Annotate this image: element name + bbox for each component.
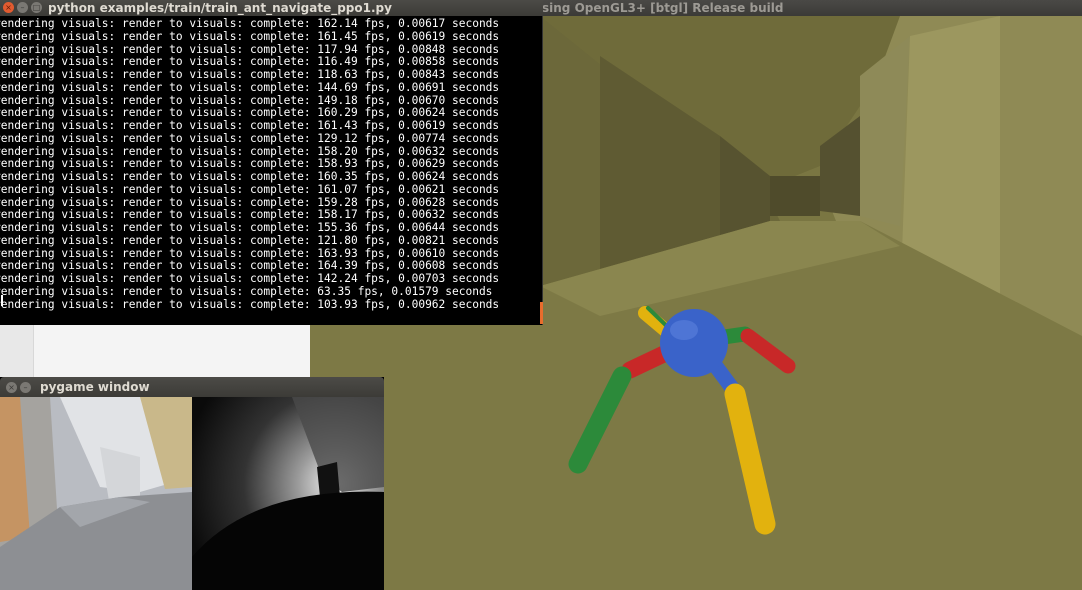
rgb-camera-view [0,397,192,590]
terminal-title: python examples/train/train_ant_navigate… [48,1,392,15]
maximize-icon[interactable]: □ [31,2,42,13]
corridor-end [770,176,820,216]
minimize-icon[interactable]: – [20,382,31,393]
pygame-window[interactable]: × – pygame window [0,377,384,590]
terminal-line: rendering visuals: render to visuals: co… [0,29,500,43]
terminal-line: rendering visuals: render to visuals: co… [0,182,500,196]
terminal-window[interactable]: × – □ python examples/train/train_ant_na… [0,0,543,325]
terminal-line: rendering visuals: render to visuals: co… [0,68,500,81]
terminal-line: rendering visuals: render to visuals: co… [0,80,500,94]
terminal-output[interactable]: rendering visuals: render to visuals: co… [0,18,541,325]
terminal-line: rendering visuals: render to visuals: co… [0,131,500,145]
terminal-line: rendering visuals: render to visuals: co… [0,119,500,132]
opengl-window-title: sing OpenGL3+ [btgl] Release build [542,1,784,15]
terminal-line: rendering visuals: render to visuals: co… [0,284,493,298]
terminal-line: rendering visuals: render to visuals: co… [0,297,500,311]
terminal-cursor [1,295,3,306]
terminal-line: rendering visuals: render to visuals: co… [0,221,500,234]
close-icon[interactable]: × [6,382,17,393]
ant-body-highlight [670,320,698,340]
terminal-titlebar[interactable]: × – □ python examples/train/train_ant_na… [0,0,543,16]
terminal-scrollbar[interactable] [540,302,543,324]
background-window-sidebar [0,322,34,380]
terminal-line: rendering visuals: render to visuals: co… [0,272,500,285]
ant-body [660,309,728,377]
terminal-line: rendering visuals: render to visuals: co… [0,233,500,247]
terminal-line: rendering visuals: render to visuals: co… [0,170,500,183]
depth-camera-view [192,397,384,590]
terminal-line: rendering visuals: render to visuals: co… [0,18,500,30]
close-icon[interactable]: × [3,2,14,13]
pygame-title: pygame window [40,380,150,394]
minimize-icon[interactable]: – [17,2,28,13]
pygame-titlebar[interactable]: × – pygame window [0,377,384,397]
